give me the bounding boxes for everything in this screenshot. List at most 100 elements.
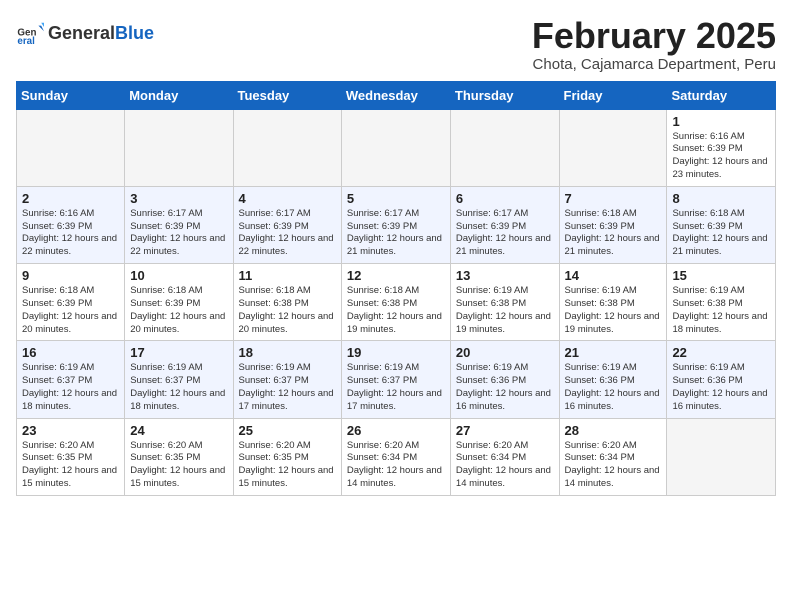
day-info: Sunrise: 6:19 AM Sunset: 6:38 PM Dayligh… [456,285,554,336]
day-number: 8 [672,191,770,206]
calendar-empty-cell [667,418,776,495]
day-info: Sunrise: 6:19 AM Sunset: 6:37 PM Dayligh… [22,362,119,413]
day-info: Sunrise: 6:20 AM Sunset: 6:35 PM Dayligh… [239,440,336,491]
day-info: Sunrise: 6:20 AM Sunset: 6:34 PM Dayligh… [347,440,445,491]
calendar-day-cell: 20 Sunrise: 6:19 AM Sunset: 6:36 PM Dayli… [450,341,559,418]
day-info: Sunrise: 6:20 AM Sunset: 6:35 PM Dayligh… [130,440,227,491]
calendar-week-row: 9 Sunrise: 6:18 AM Sunset: 6:39 PM Daylig… [17,264,776,341]
calendar-day-cell: 12Sunrise: 6:18 AM Sunset: 6:38 PM Dayli… [341,264,450,341]
logo-general: General [48,23,115,43]
calendar-day-cell: 2Sunrise: 6:16 AM Sunset: 6:39 PM Daylig… [17,186,125,263]
calendar-day-cell: 18 Sunrise: 6:19 AM Sunset: 6:37 PM Dayli… [233,341,341,418]
calendar-day-cell: 28Sunrise: 6:20 AM Sunset: 6:34 PM Dayli… [559,418,667,495]
svg-text:eral: eral [17,36,35,47]
calendar-day-header: Sunday [17,81,125,109]
day-number: 9 [22,268,119,283]
day-number: 11 [239,268,336,283]
calendar-day-cell: 7 Sunrise: 6:18 AM Sunset: 6:39 PM Daylig… [559,186,667,263]
calendar-day-cell: 4Sunrise: 6:17 AM Sunset: 6:39 PM Daylig… [233,186,341,263]
day-number: 16 [22,345,119,360]
day-number: 15 [672,268,770,283]
day-info: Sunrise: 6:18 AM Sunset: 6:39 PM Dayligh… [565,208,662,259]
logo-text: GeneralBlue [48,24,154,44]
day-number: 18 [239,345,336,360]
calendar-empty-cell [125,109,233,186]
day-number: 22 [672,345,770,360]
calendar-day-cell: 17 Sunrise: 6:19 AM Sunset: 6:37 PM Dayli… [125,341,233,418]
day-info: Sunrise: 6:19 AM Sunset: 6:37 PM Dayligh… [130,362,227,413]
calendar-day-cell: 10 Sunrise: 6:18 AM Sunset: 6:39 PM Dayli… [125,264,233,341]
day-info: Sunrise: 6:18 AM Sunset: 6:39 PM Dayligh… [22,285,119,336]
day-info: Sunrise: 6:19 AM Sunset: 6:36 PM Dayligh… [456,362,554,413]
day-info: Sunrise: 6:19 AM Sunset: 6:36 PM Dayligh… [565,362,662,413]
day-number: 26 [347,423,445,438]
day-number: 27 [456,423,554,438]
calendar-header-row: SundayMondayTuesdayWednesdayThursdayFrid… [17,81,776,109]
day-info: Sunrise: 6:18 AM Sunset: 6:39 PM Dayligh… [130,285,227,336]
calendar-day-cell: 3 Sunrise: 6:17 AM Sunset: 6:39 PM Daylig… [125,186,233,263]
day-info: Sunrise: 6:19 AM Sunset: 6:36 PM Dayligh… [672,362,770,413]
page-header: Gen eral GeneralBlue February 2025 Chota… [16,16,776,73]
calendar-day-cell: 24 Sunrise: 6:20 AM Sunset: 6:35 PM Dayli… [125,418,233,495]
calendar-day-cell: 15 Sunrise: 6:19 AM Sunset: 6:38 PM Dayli… [667,264,776,341]
day-number: 7 [565,191,662,206]
calendar-day-cell: 26 Sunrise: 6:20 AM Sunset: 6:34 PM Dayli… [341,418,450,495]
logo-icon: Gen eral [16,20,44,48]
day-number: 13 [456,268,554,283]
calendar-day-header: Monday [125,81,233,109]
calendar-empty-cell [341,109,450,186]
subtitle: Chota, Cajamarca Department, Peru [532,56,776,73]
calendar-day-cell: 16 Sunrise: 6:19 AM Sunset: 6:37 PM Dayli… [17,341,125,418]
day-info: Sunrise: 6:19 AM Sunset: 6:38 PM Dayligh… [565,285,662,336]
day-info: Sunrise: 6:19 AM Sunset: 6:38 PM Dayligh… [672,285,770,336]
day-info: Sunrise: 6:17 AM Sunset: 6:39 PM Dayligh… [347,208,445,259]
calendar-week-row: 16 Sunrise: 6:19 AM Sunset: 6:37 PM Dayli… [17,341,776,418]
day-number: 19 [347,345,445,360]
calendar-day-cell: 27 Sunrise: 6:20 AM Sunset: 6:34 PM Dayli… [450,418,559,495]
day-info: Sunrise: 6:19 AM Sunset: 6:37 PM Dayligh… [347,362,445,413]
day-info: Sunrise: 6:19 AM Sunset: 6:37 PM Dayligh… [239,362,336,413]
day-info: Sunrise: 6:20 AM Sunset: 6:34 PM Dayligh… [456,440,554,491]
calendar-table: SundayMondayTuesdayWednesdayThursdayFrid… [16,81,776,496]
calendar-day-cell: 11Sunrise: 6:18 AM Sunset: 6:38 PM Dayli… [233,264,341,341]
calendar-day-cell: 8 Sunrise: 6:18 AM Sunset: 6:39 PM Daylig… [667,186,776,263]
day-number: 3 [130,191,227,206]
day-number: 12 [347,268,445,283]
calendar-day-cell: 19 Sunrise: 6:19 AM Sunset: 6:37 PM Dayli… [341,341,450,418]
day-info: Sunrise: 6:16 AM Sunset: 6:39 PM Dayligh… [22,208,119,259]
calendar-day-header: Thursday [450,81,559,109]
calendar-empty-cell [559,109,667,186]
logo: Gen eral GeneralBlue [16,20,154,48]
day-number: 21 [565,345,662,360]
calendar-day-cell: 22 Sunrise: 6:19 AM Sunset: 6:36 PM Dayli… [667,341,776,418]
calendar-day-cell: 5 Sunrise: 6:17 AM Sunset: 6:39 PM Daylig… [341,186,450,263]
month-title: February 2025 [532,16,776,56]
day-number: 5 [347,191,445,206]
day-number: 24 [130,423,227,438]
day-number: 6 [456,191,554,206]
day-number: 1 [672,114,770,129]
day-number: 10 [130,268,227,283]
day-number: 25 [239,423,336,438]
day-info: Sunrise: 6:17 AM Sunset: 6:39 PM Dayligh… [130,208,227,259]
day-number: 20 [456,345,554,360]
day-number: 17 [130,345,227,360]
calendar-empty-cell [450,109,559,186]
calendar-day-header: Wednesday [341,81,450,109]
calendar-day-cell: 25 Sunrise: 6:20 AM Sunset: 6:35 PM Dayli… [233,418,341,495]
calendar-day-header: Friday [559,81,667,109]
day-info: Sunrise: 6:16 AM Sunset: 6:39 PM Dayligh… [672,131,770,182]
calendar-day-cell: 6 Sunrise: 6:17 AM Sunset: 6:39 PM Daylig… [450,186,559,263]
calendar-week-row: 23Sunrise: 6:20 AM Sunset: 6:35 PM Dayli… [17,418,776,495]
calendar-empty-cell [233,109,341,186]
day-number: 14 [565,268,662,283]
day-info: Sunrise: 6:17 AM Sunset: 6:39 PM Dayligh… [456,208,554,259]
title-block: February 2025 Chota, Cajamarca Departmen… [532,16,776,73]
day-info: Sunrise: 6:20 AM Sunset: 6:35 PM Dayligh… [22,440,119,491]
calendar-day-cell: 23Sunrise: 6:20 AM Sunset: 6:35 PM Dayli… [17,418,125,495]
calendar-day-cell: 1 Sunrise: 6:16 AM Sunset: 6:39 PM Daylig… [667,109,776,186]
day-number: 4 [239,191,336,206]
calendar-day-cell: 14 Sunrise: 6:19 AM Sunset: 6:38 PM Dayli… [559,264,667,341]
day-info: Sunrise: 6:18 AM Sunset: 6:39 PM Dayligh… [672,208,770,259]
calendar-day-header: Tuesday [233,81,341,109]
